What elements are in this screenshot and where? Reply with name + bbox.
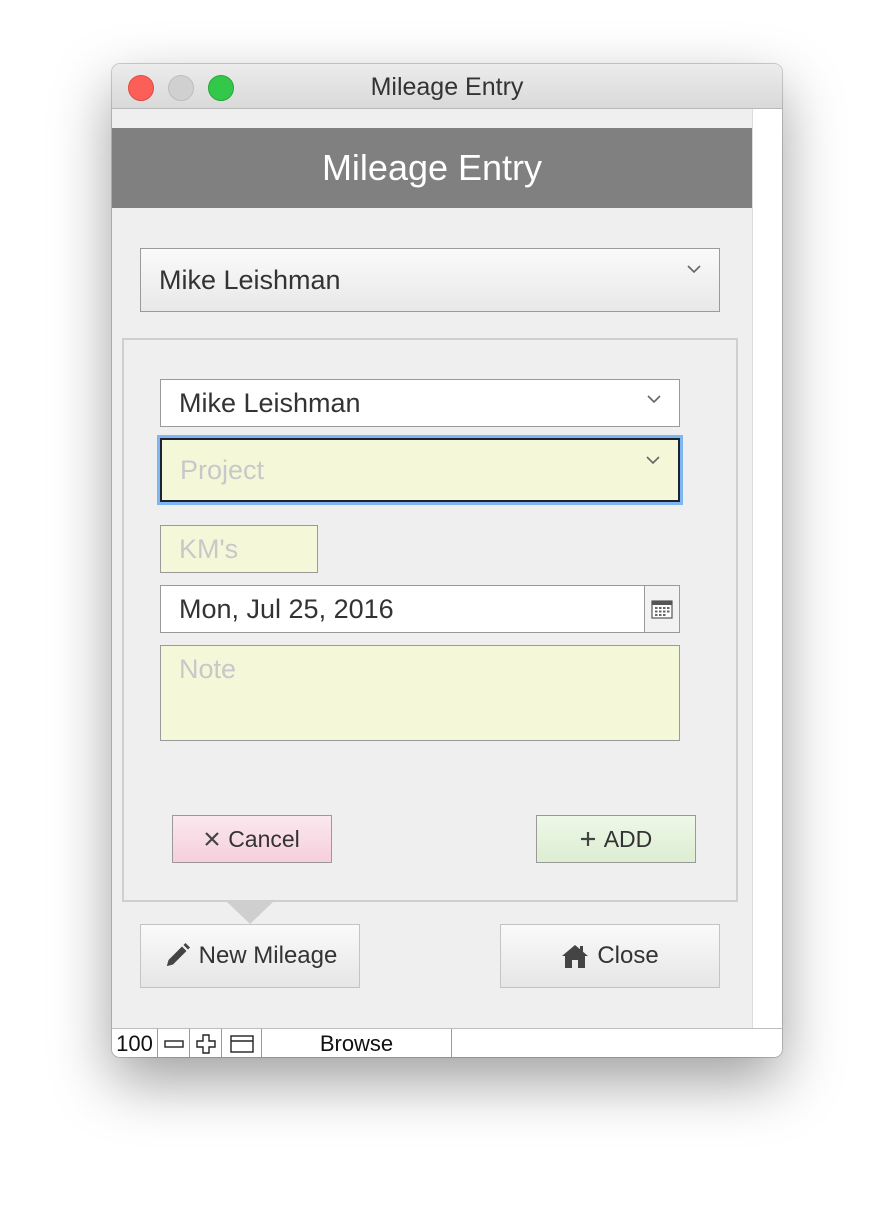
km-placeholder: KM's [179, 533, 239, 564]
mode-selector[interactable]: Browse [262, 1029, 452, 1057]
app-window: Mileage Entry Mileage Entry Mike Leishma… [112, 64, 782, 1057]
new-mileage-button[interactable]: New Mileage [140, 924, 360, 988]
window-title: Mileage Entry [370, 73, 524, 101]
title-bar[interactable]: Mileage Entry [112, 64, 782, 109]
zoom-in-icon [195, 1033, 216, 1054]
home-icon [562, 945, 589, 968]
employee-dropdown-value: Mike Leishman [159, 264, 341, 295]
add-button[interactable]: ADD [536, 815, 696, 863]
scroll-gutter [752, 109, 782, 1028]
panel-pointer [227, 902, 273, 924]
zoom-out-button[interactable] [158, 1029, 190, 1057]
layout-mode-toggle[interactable] [222, 1029, 262, 1057]
status-bar: 100 Browse [112, 1028, 782, 1057]
zoom-in-button[interactable] [190, 1029, 222, 1057]
pencil-icon [166, 943, 190, 966]
cancel-button-label: Cancel [228, 825, 300, 852]
close-button[interactable]: Close [500, 924, 720, 988]
date-value: Mon, Jul 25, 2016 [179, 593, 394, 624]
layout-mode-icon [229, 1034, 254, 1053]
add-button-label: ADD [603, 825, 653, 852]
calendar-icon [651, 600, 673, 619]
project-placeholder: Project [180, 454, 265, 485]
note-placeholder: Note [179, 654, 237, 684]
calendar-button[interactable] [644, 586, 679, 632]
chevron-down-icon [646, 456, 660, 465]
project-dropdown[interactable]: Project [160, 438, 680, 502]
note-field[interactable]: Note [160, 645, 680, 741]
name-dropdown[interactable]: Mike Leishman [160, 379, 680, 427]
plus-icon [580, 832, 595, 846]
chevron-down-icon [687, 265, 701, 274]
chevron-down-icon [647, 395, 661, 404]
km-field[interactable]: KM's [160, 525, 318, 573]
new-mileage-button-label: New Mileage [198, 942, 338, 969]
cancel-button[interactable]: Cancel [172, 815, 332, 863]
zoom-out-icon [163, 1039, 184, 1048]
date-field[interactable]: Mon, Jul 25, 2016 [160, 585, 680, 633]
mileage-form-panel: Mike Leishman Project KM's Mon, Jul 25, … [122, 338, 738, 902]
layout-content: Mileage Entry Mike Leishman Mike Leishma… [112, 109, 752, 1028]
employee-dropdown[interactable]: Mike Leishman [140, 248, 720, 312]
page-title: Mileage Entry [321, 147, 543, 188]
name-dropdown-value: Mike Leishman [179, 387, 361, 418]
zoom-level[interactable]: 100 [112, 1029, 158, 1057]
page-header: Mileage Entry [112, 128, 752, 208]
close-button-label: Close [597, 942, 659, 969]
x-icon [205, 832, 219, 846]
